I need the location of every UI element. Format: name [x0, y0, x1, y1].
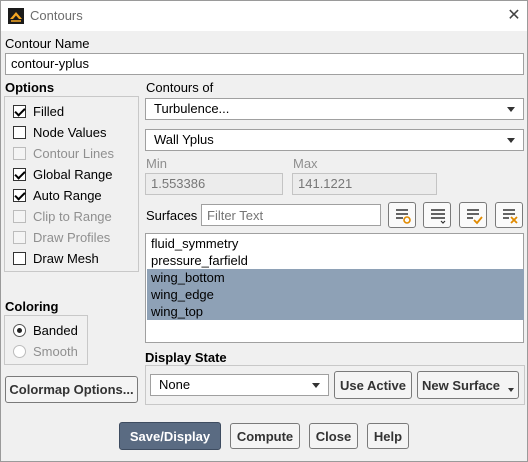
list-item[interactable]: pressure_farfield [147, 252, 524, 269]
node-values-checkbox[interactable]: Node Values [13, 123, 106, 141]
checkbox-label: Filled [33, 103, 65, 119]
contour-name-input[interactable]: contour-yplus [5, 53, 524, 75]
display-state-select[interactable]: None [150, 374, 329, 396]
radio-label: Smooth [33, 343, 78, 359]
select-all-button[interactable] [423, 202, 451, 228]
clip-to-range-checkbox: Clip to Range [13, 207, 112, 225]
deselect-all-button[interactable] [495, 202, 523, 228]
max-field: 141.1221 [292, 173, 437, 195]
draw-mesh-checkbox[interactable]: Draw Mesh [13, 249, 99, 267]
app-logo-icon [8, 8, 24, 24]
radio-dot [13, 344, 26, 358]
surfaces-label: Surfaces [146, 208, 198, 223]
window-title: Contours [30, 8, 83, 23]
checkbox-box[interactable] [13, 188, 26, 202]
check-selected-icon [467, 209, 483, 225]
checkbox-box [13, 209, 26, 223]
select-value: Turbulence... [154, 101, 230, 116]
chevron-down-icon [312, 383, 320, 388]
surfaces-list[interactable]: fluid_symmetry pressure_farfield wing_bo… [145, 233, 524, 343]
select-value: Wall Yplus [154, 132, 214, 147]
colormap-options-button[interactable]: Colormap Options... [5, 376, 138, 403]
close-button[interactable]: Close [309, 423, 358, 449]
compute-button[interactable]: Compute [230, 423, 300, 449]
radio-label: Banded [33, 322, 78, 338]
new-surface-button[interactable]: New Surface [417, 371, 519, 399]
contour-lines-checkbox: Contour Lines [13, 144, 114, 162]
chevron-down-icon [507, 107, 515, 112]
banded-radio[interactable]: Banded [13, 321, 78, 339]
save-display-button[interactable]: Save/Display [119, 422, 221, 450]
chevron-down-icon [507, 138, 515, 143]
contour-name-label: Contour Name [5, 36, 90, 51]
close-icon[interactable]: ✕ [504, 6, 524, 26]
contours-of-label: Contours of [146, 80, 214, 95]
surface-filter-input[interactable] [201, 204, 381, 226]
select-all-icon [431, 209, 446, 224]
list-item[interactable]: wing_top [147, 303, 524, 320]
min-label: Min [146, 156, 167, 171]
button-label: New Surface [422, 377, 501, 393]
checkbox-label: Node Values [33, 124, 107, 140]
list-item[interactable]: wing_bottom [147, 269, 524, 286]
coloring-label: Coloring [5, 299, 59, 314]
checkbox-label: Draw Mesh [33, 250, 99, 266]
checkbox-label: Auto Range [33, 187, 102, 203]
help-button[interactable]: Help [367, 423, 409, 449]
contours-dialog: Contours ✕ Contour Name contour-yplus Op… [0, 0, 528, 462]
surface-list-new-button[interactable] [388, 202, 416, 228]
select-highlighted-button[interactable] [459, 202, 487, 228]
deselect-all-icon [503, 209, 518, 224]
checkbox-box [13, 146, 26, 160]
auto-range-checkbox[interactable]: Auto Range [13, 186, 102, 204]
filled-checkbox[interactable]: Filled [13, 102, 64, 120]
radio-dot[interactable] [13, 323, 26, 337]
checkbox-label: Clip to Range [33, 208, 112, 224]
contours-category-select[interactable]: Turbulence... [145, 98, 524, 120]
chevron-down-icon [508, 388, 514, 392]
checkbox-box [13, 230, 26, 244]
checkbox-box[interactable] [13, 167, 26, 181]
checkbox-box[interactable] [13, 125, 26, 139]
checkbox-box[interactable] [13, 104, 26, 118]
smooth-radio: Smooth [13, 342, 78, 360]
checkbox-label: Contour Lines [33, 145, 114, 161]
list-item[interactable]: wing_edge [147, 286, 524, 303]
checkbox-box[interactable] [13, 251, 26, 265]
select-value: None [159, 377, 191, 392]
options-label: Options [5, 80, 55, 95]
new-surface-list-icon [396, 209, 411, 224]
checkbox-label: Draw Profiles [33, 229, 111, 245]
use-active-button[interactable]: Use Active [334, 371, 412, 399]
contours-variable-select[interactable]: Wall Yplus [145, 129, 524, 151]
coloring-group: Banded Smooth [4, 315, 88, 365]
title-bar[interactable]: Contours ✕ [1, 1, 527, 31]
list-item[interactable]: fluid_symmetry [147, 235, 524, 252]
min-field: 1.553386 [145, 173, 283, 195]
checkbox-label: Global Range [33, 166, 113, 182]
draw-profiles-checkbox: Draw Profiles [13, 228, 110, 246]
max-label: Max [293, 156, 318, 171]
display-state-label: Display State [145, 350, 227, 365]
options-group: Filled Node Values Contour Lines Global … [4, 96, 139, 272]
global-range-checkbox[interactable]: Global Range [13, 165, 113, 183]
